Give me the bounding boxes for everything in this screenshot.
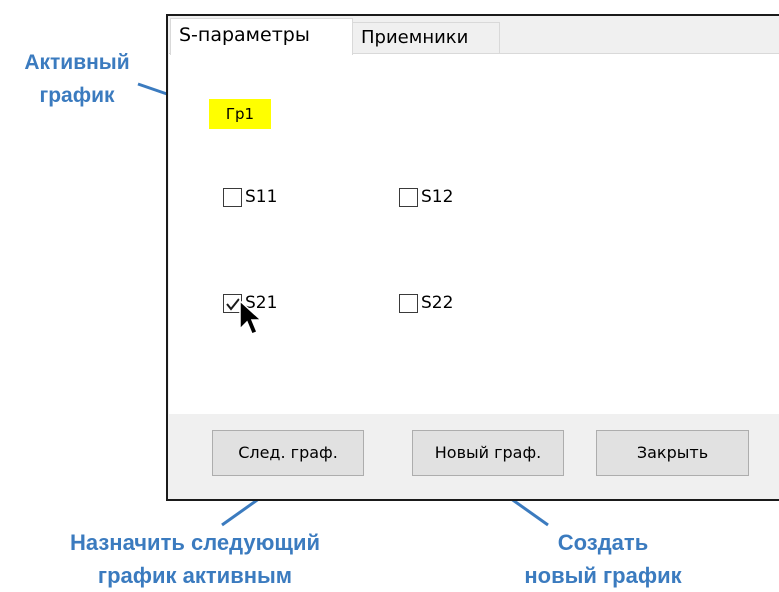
mouse-pointer-icon: [239, 299, 263, 335]
tab-receivers[interactable]: Приемники: [352, 22, 500, 53]
checkbox-box[interactable]: [223, 187, 242, 207]
close-button[interactable]: Закрыть: [596, 430, 749, 476]
checkbox-s22[interactable]: S22: [399, 290, 453, 316]
next-graph-button[interactable]: След. граф.: [212, 430, 364, 476]
checkbox-box[interactable]: [399, 187, 418, 207]
annotation-active-graph: Активный график: [24, 51, 130, 107]
checkbox-s11[interactable]: S11: [223, 184, 277, 210]
new-graph-button[interactable]: Новый граф.: [412, 430, 564, 476]
checkbox-label: S12: [421, 187, 454, 207]
graph-settings-dialog: S-параметры Приемники Гр1 S11 S12 S21 S2…: [166, 14, 779, 501]
active-graph-label: Гр1: [209, 99, 271, 129]
annotation-new-graph: Создать новый график: [524, 530, 682, 588]
checkbox-label: S11: [245, 187, 278, 207]
checkbox-label: S22: [421, 293, 454, 313]
tab-panel: Гр1 S11 S12 S21 S22: [169, 53, 779, 414]
annotation-next-graph: Назначить следующий график активным: [69, 530, 321, 588]
tab-s-parameters[interactable]: S-параметры: [170, 18, 353, 55]
checkbox-s12[interactable]: S12: [399, 184, 453, 210]
checkbox-box[interactable]: [399, 293, 418, 313]
